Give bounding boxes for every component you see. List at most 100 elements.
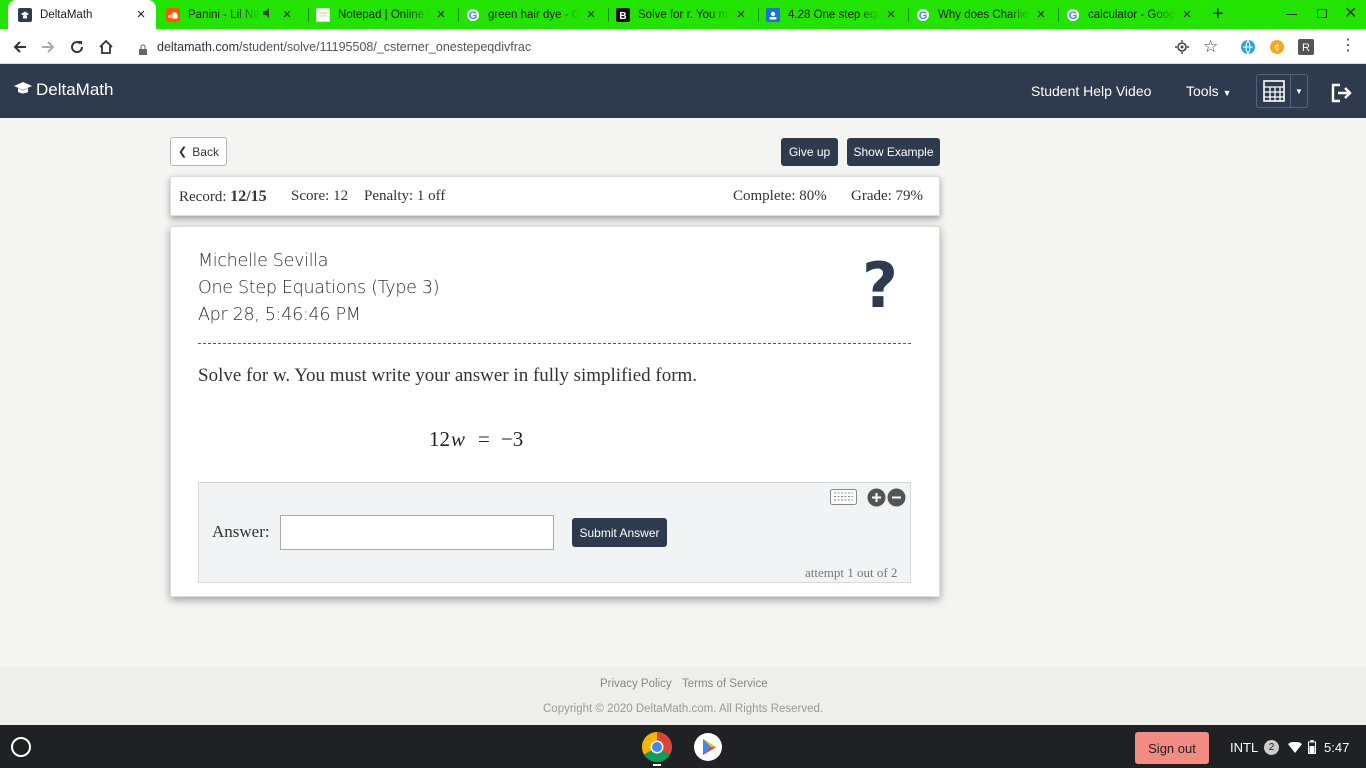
svg-text:G: G — [469, 10, 478, 22]
close-icon[interactable]: × — [584, 7, 598, 22]
answer-label: Answer: — [212, 522, 270, 541]
svg-text:¢: ¢ — [1274, 43, 1280, 54]
assignment-title: One Step Equations (Type 3) — [198, 278, 440, 298]
extension-coin-icon[interactable]: ¢ — [1269, 39, 1285, 60]
notification-badge[interactable]: 2 — [1264, 740, 1279, 755]
logout-icon[interactable] — [1331, 83, 1353, 108]
muted-speaker-icon[interactable] — [262, 7, 276, 22]
help-question-icon[interactable]: ? — [862, 250, 898, 322]
classroom-icon — [766, 7, 780, 22]
close-icon[interactable]: × — [280, 7, 294, 22]
google-icon: G — [466, 8, 480, 22]
penalty-stat: Penalty: 1 off — [364, 188, 446, 204]
close-icon[interactable]: × — [434, 7, 448, 22]
back-button[interactable]: ❮ Back — [170, 137, 227, 166]
close-icon[interactable]: × — [734, 7, 748, 22]
close-icon[interactable]: × — [134, 7, 148, 22]
svg-text:B: B — [619, 11, 626, 22]
tools-menu[interactable]: Tools ▼ — [1186, 83, 1232, 99]
divider — [198, 343, 911, 344]
svg-text:R: R — [1302, 42, 1310, 54]
tab-deltamath[interactable]: DeltaMath × — [8, 0, 156, 29]
tab-notepad[interactable]: Notepad | Online Notepad × — [316, 0, 456, 29]
url-path: /student/solve/11195508/_csterner_oneste… — [238, 40, 532, 54]
tab-classroom[interactable]: 4.28 One step equations × — [766, 0, 906, 29]
extension-r-icon[interactable]: R — [1298, 39, 1314, 60]
address-bar[interactable]: deltamath.com/student/solve/11195508/_cs… — [157, 38, 531, 56]
tab-title: calculator - Google Search — [1088, 8, 1176, 21]
svg-text:G: G — [1069, 10, 1078, 22]
record-bar: Record: 12/15 Score: 12 Penalty: 1 off C… — [170, 176, 940, 216]
answer-input[interactable] — [280, 515, 554, 550]
zoom-out-icon[interactable] — [887, 488, 906, 512]
battery-icon[interactable] — [1308, 740, 1316, 759]
svg-text:G: G — [919, 10, 928, 22]
copyright: Copyright © 2020 DeltaMath.com. All Righ… — [543, 703, 824, 715]
equation-equals: = — [478, 427, 490, 451]
notepad-icon — [316, 7, 330, 22]
caret-down-icon[interactable]: ▼ — [1291, 75, 1307, 107]
menu-kebab-icon[interactable]: ⋮ — [1340, 37, 1356, 55]
deltamath-icon — [18, 7, 32, 22]
student-name: Michelle Sevilla — [198, 251, 329, 271]
submit-answer-button[interactable]: Submit Answer — [572, 518, 667, 547]
calculator-button[interactable]: ▼ — [1256, 74, 1308, 108]
wifi-icon[interactable] — [1288, 741, 1302, 759]
brainly-icon: B — [616, 7, 630, 22]
back-arrow-icon[interactable] — [9, 36, 31, 58]
brand-logo[interactable]: DeltaMath — [14, 80, 113, 100]
complete-stat: Complete: 80% — [733, 188, 827, 204]
tab-title: green hair dye - Google Search — [488, 8, 580, 21]
tools-label: Tools — [1186, 83, 1219, 99]
tab-title: DeltaMath — [40, 8, 130, 21]
grade-stat: Grade: 79% — [851, 188, 924, 204]
play-store-icon[interactable] — [694, 733, 722, 766]
launcher-icon[interactable] — [11, 737, 31, 757]
input-method-indicator[interactable]: INTL — [1230, 740, 1258, 755]
close-window-icon[interactable]: ✕ — [1344, 3, 1357, 23]
reload-icon[interactable] — [66, 36, 88, 58]
location-icon[interactable] — [1174, 39, 1190, 60]
terms-of-service-link[interactable]: Terms of Service — [682, 678, 768, 690]
equation: 12 w = −3 — [429, 427, 523, 452]
minimize-icon[interactable] — [1286, 14, 1297, 15]
active-app-indicator — [653, 764, 661, 766]
tab-google-charlie[interactable]: G Why does Charlie × — [916, 0, 1056, 29]
forward-arrow-icon[interactable] — [37, 36, 59, 58]
soundcloud-icon — [166, 7, 180, 22]
restore-icon[interactable] — [1317, 9, 1327, 18]
privacy-policy-link[interactable]: Privacy Policy — [600, 678, 672, 690]
tab-title: Why does Charlie — [938, 8, 1030, 21]
back-label: Back — [192, 144, 219, 159]
home-icon[interactable] — [95, 36, 117, 58]
chevron-left-icon: ❮ — [178, 146, 188, 158]
equation-coefficient: 12 — [429, 427, 450, 451]
close-icon[interactable]: × — [1034, 7, 1048, 22]
tab-title: Notepad | Online Notepad — [338, 8, 430, 21]
lock-icon — [138, 42, 148, 60]
extension-globe-icon[interactable] — [1240, 39, 1256, 60]
new-tab-button[interactable]: + — [1212, 3, 1224, 26]
tab-google-calculator[interactable]: G calculator - Google Search × — [1066, 0, 1202, 29]
problem-prompt: Solve for w. You must write your answer … — [198, 365, 698, 386]
tab-title: Solve for r. You must write — [638, 8, 730, 21]
record-value: 12/15 — [230, 188, 267, 205]
close-icon[interactable]: × — [1180, 7, 1194, 22]
zoom-in-icon[interactable] — [867, 488, 886, 512]
sign-out-button[interactable]: Sign out — [1135, 732, 1209, 764]
chrome-icon[interactable] — [641, 731, 673, 768]
close-icon[interactable]: × — [884, 7, 898, 22]
give-up-button[interactable]: Give up — [781, 138, 838, 166]
show-example-button[interactable]: Show Example — [847, 138, 940, 166]
tab-google-hair[interactable]: G green hair dye - Google Search × — [466, 0, 606, 29]
bookmark-star-icon[interactable]: ☆ — [1203, 37, 1218, 57]
student-help-video-link[interactable]: Student Help Video — [1031, 83, 1151, 99]
caret-down-icon: ▼ — [1222, 88, 1232, 98]
record-label: Record: — [179, 189, 227, 205]
tab-soundcloud[interactable]: Panini - Lil Nas X × — [166, 0, 306, 29]
google-icon: G — [916, 8, 930, 22]
tab-brainly[interactable]: B Solve for r. You must write × — [616, 0, 756, 29]
attempt-counter: attempt 1 out of 2 — [805, 565, 898, 580]
keyboard-icon[interactable] — [830, 489, 857, 510]
clock[interactable]: 5:47 — [1324, 740, 1349, 755]
